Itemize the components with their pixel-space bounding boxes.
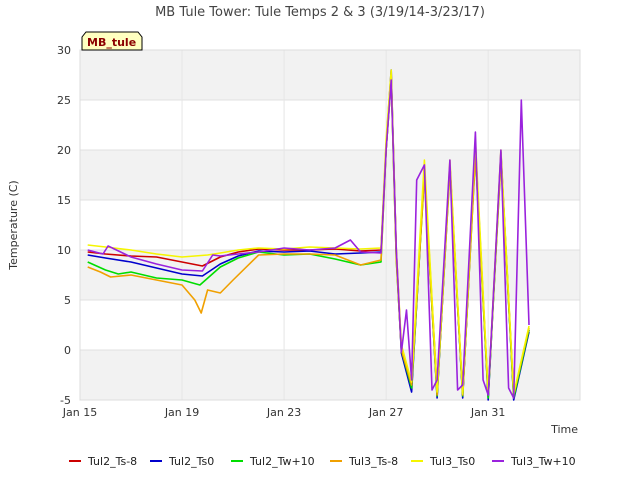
y-axis-ticks: -5051015202530 — [57, 44, 71, 407]
x-axis-title: Time — [550, 423, 578, 436]
x-tick-label: Jan 31 — [470, 406, 505, 419]
y-tick-label: 15 — [57, 194, 71, 207]
grid-band — [80, 350, 580, 400]
y-tick-label: 5 — [64, 294, 71, 307]
y-tick-label: 0 — [64, 344, 71, 357]
legend-label: Tul3_Ts0 — [429, 455, 475, 468]
y-tick-label: 25 — [57, 94, 71, 107]
line-chart: -5051015202530 Jan 15 Jan 19 Jan 23 Jan 27 J… — [7, 5, 581, 468]
x-tick-label: Jan 15 — [62, 406, 97, 419]
grid-band — [80, 50, 580, 100]
series-line-1 — [87, 74, 530, 396]
legend-label: Tul3_Ts-8 — [348, 455, 398, 468]
x-tick-label: Jan 27 — [368, 406, 403, 419]
x-axis-ticks: Jan 15 Jan 19 Jan 23 Jan 27 Jan 31 — [62, 406, 506, 419]
y-tick-label: 10 — [57, 244, 71, 257]
y-tick-label: 30 — [57, 44, 71, 57]
y-axis-title: Temperature (C) — [7, 180, 20, 270]
legend: Tul2_Ts-8 Tul2_Ts0 Tul2_Tw+10 Tul3_Ts-8 Tul3… — [69, 455, 576, 468]
legend-label: Tul2_Ts0 — [168, 455, 214, 468]
chart-title: MB Tule Tower: Tule Temps 2 & 3 (3/19/14… — [155, 5, 485, 20]
x-tick-label: Jan 19 — [164, 406, 199, 419]
site-badge-label: MB_tule — [87, 36, 136, 49]
grid-band — [80, 150, 580, 200]
legend-label: Tul3_Tw+10 — [510, 455, 576, 468]
series-line-5 — [87, 69, 530, 395]
series-line-4 — [87, 79, 530, 396]
legend-label: Tul2_Ts-8 — [87, 455, 137, 468]
x-tick-label: Jan 23 — [266, 406, 301, 419]
y-tick-label: 20 — [57, 144, 71, 157]
site-badge: MB_tule — [81, 31, 143, 51]
legend-label: Tul2_Tw+10 — [249, 455, 315, 468]
